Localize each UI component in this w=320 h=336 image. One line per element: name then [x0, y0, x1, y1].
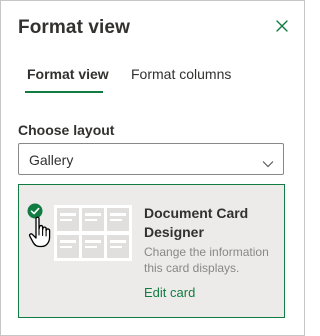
- format-view-panel: Format view Format view Format columns C…: [0, 0, 305, 336]
- chevron-down-icon: [262, 155, 274, 168]
- thumbnail-cell: [57, 208, 79, 231]
- card-title: Document Card Designer: [144, 205, 249, 240]
- thumbnail-cell: [107, 235, 129, 258]
- thumbnail-cell: [82, 208, 104, 231]
- layout-option-card[interactable]: Document Card Designer Change the inform…: [18, 184, 285, 318]
- hand-pointer-icon: [28, 215, 54, 249]
- edit-card-link[interactable]: Edit card: [144, 285, 195, 300]
- thumbnail-cell: [57, 235, 79, 258]
- layout-dropdown[interactable]: Gallery: [18, 143, 284, 175]
- card-thumbnail: [54, 205, 132, 261]
- tab-selected-indicator: [25, 91, 103, 93]
- panel-title: Format view: [18, 17, 130, 38]
- close-icon[interactable]: [274, 18, 290, 34]
- tab-format-view[interactable]: Format view: [27, 66, 109, 82]
- card-description: Change the information this card display…: [144, 245, 269, 275]
- tab-format-columns[interactable]: Format columns: [131, 66, 231, 82]
- thumbnail-cell: [107, 208, 129, 231]
- layout-dropdown-value: Gallery: [29, 152, 74, 168]
- thumbnail-cell: [82, 235, 104, 258]
- choose-layout-label: Choose layout: [18, 122, 115, 138]
